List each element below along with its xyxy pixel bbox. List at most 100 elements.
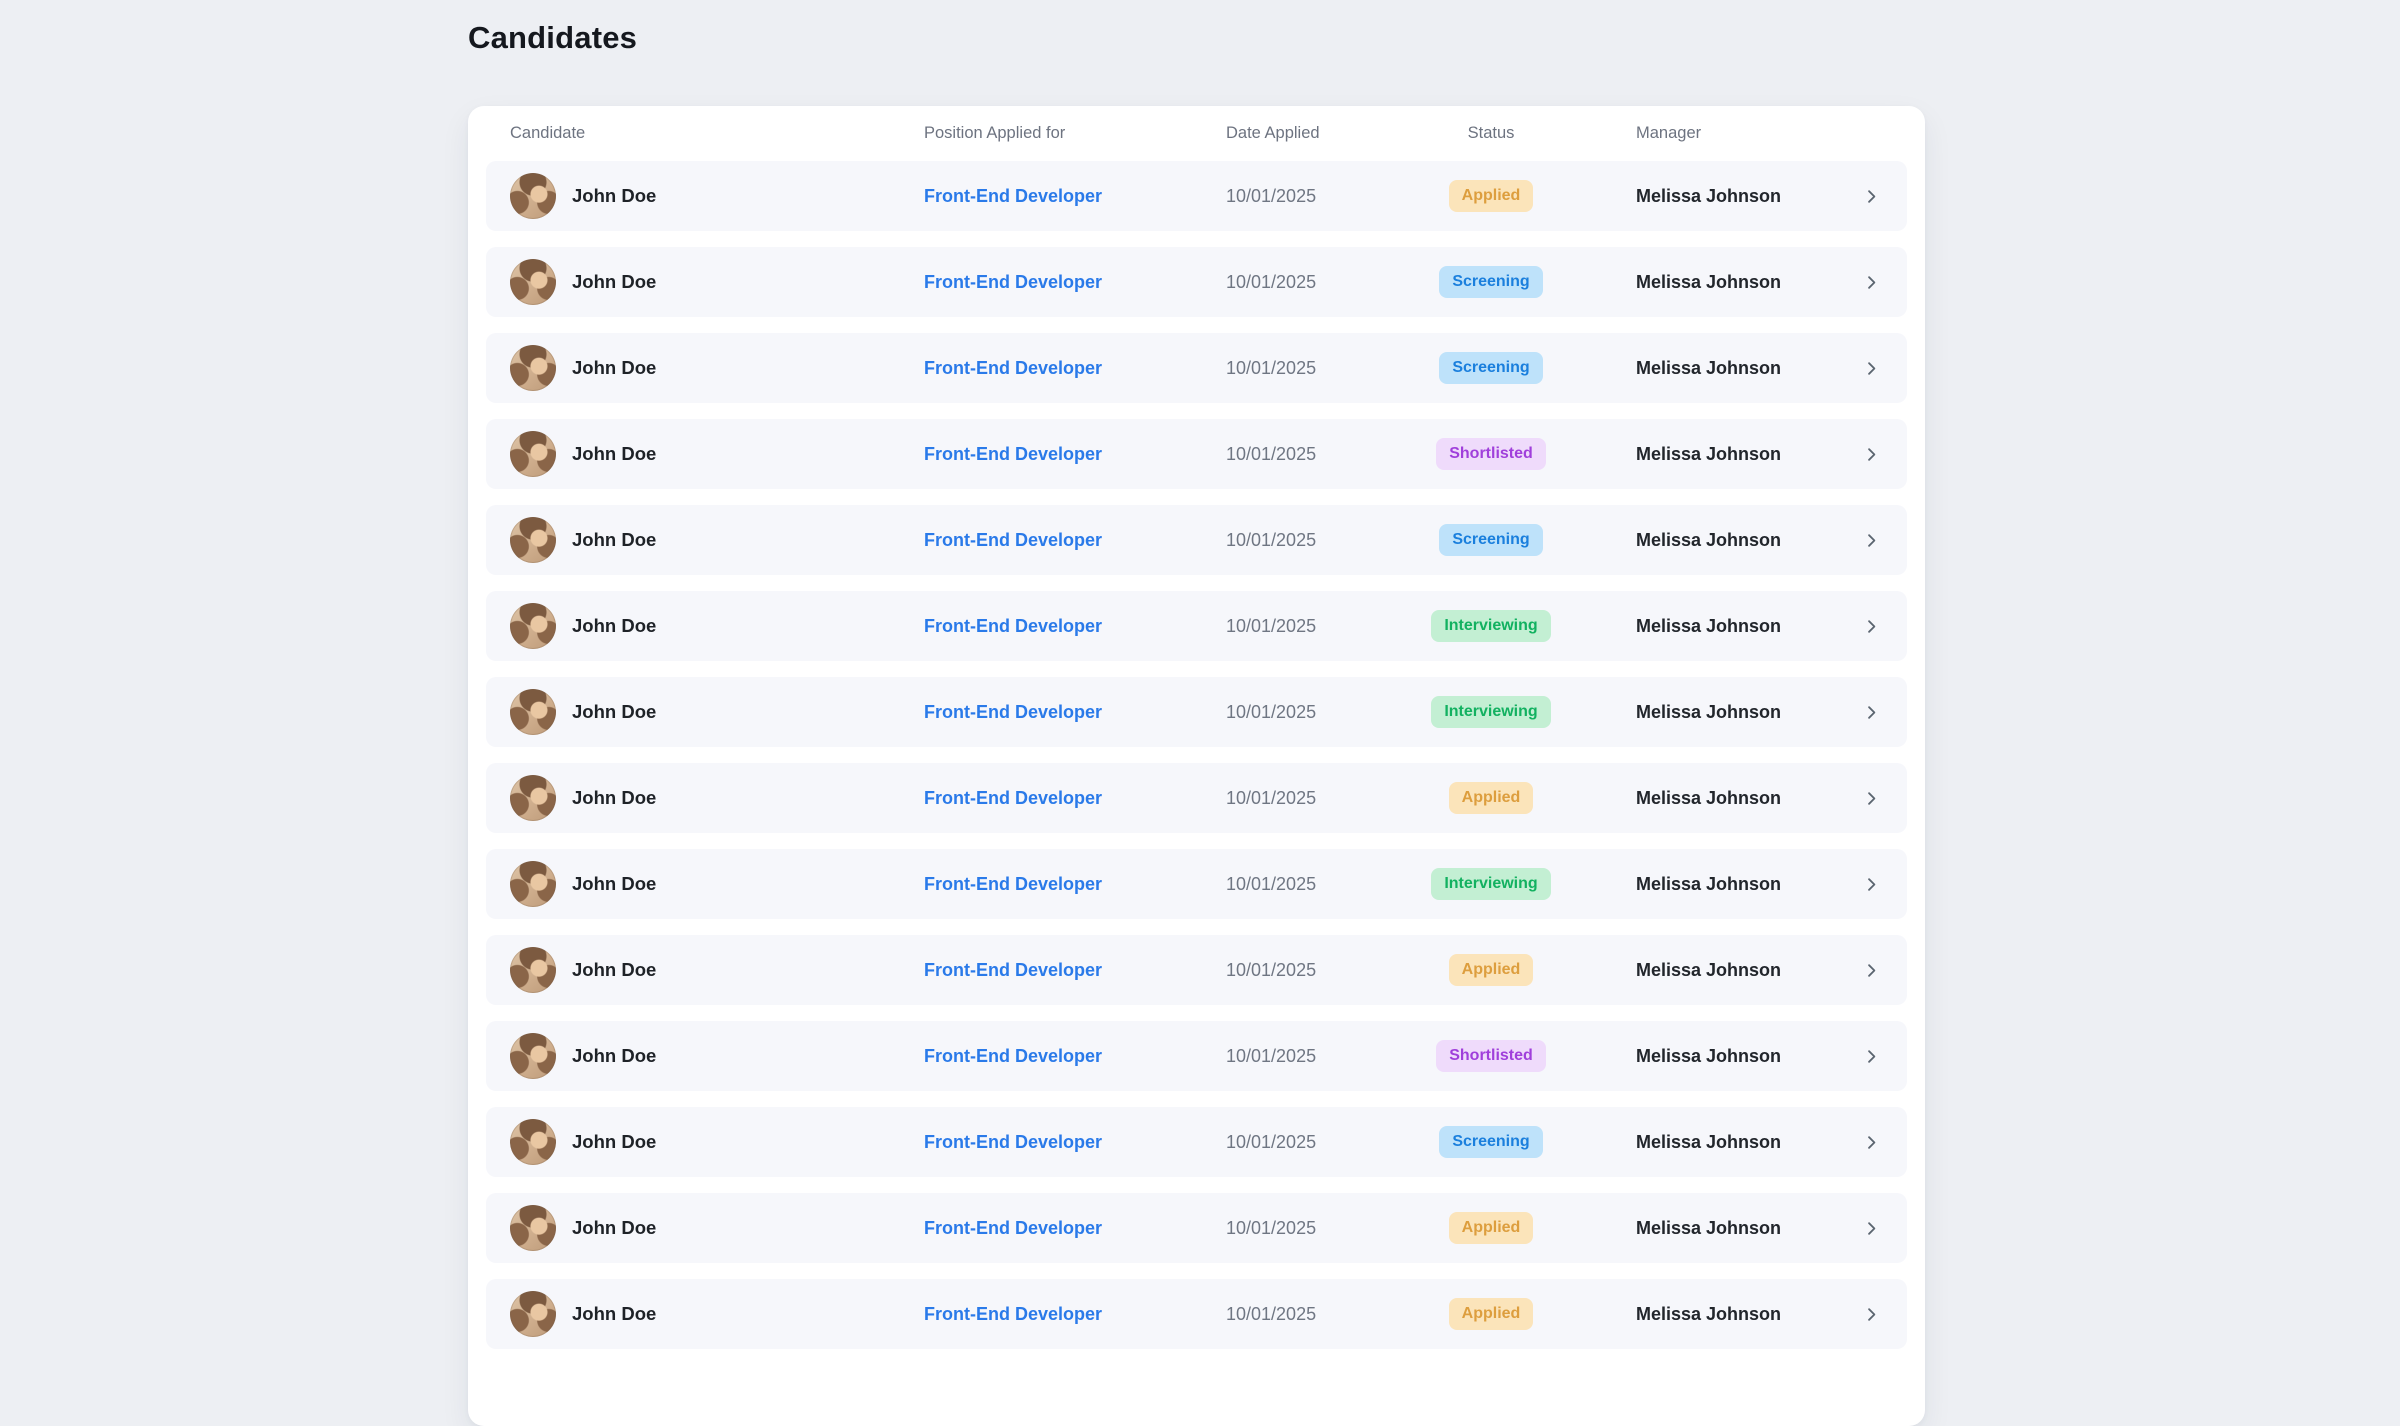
table-row[interactable]: John Doe Front-End Developer 10/01/2025 … [486, 1279, 1907, 1349]
avatar [510, 345, 556, 391]
avatar [510, 861, 556, 907]
manager-name: Melissa Johnson [1586, 272, 1859, 293]
position-link[interactable]: Front-End Developer [924, 702, 1102, 723]
column-header-position: Position Applied for [924, 124, 1226, 143]
row-chevron[interactable] [1859, 446, 1883, 463]
manager-name: Melissa Johnson [1586, 702, 1859, 723]
table-row[interactable]: John Doe Front-End Developer 10/01/2025 … [486, 333, 1907, 403]
avatar [510, 1119, 556, 1165]
position-link[interactable]: Front-End Developer [924, 358, 1102, 379]
table-row[interactable]: John Doe Front-End Developer 10/01/2025 … [486, 1107, 1907, 1177]
row-chevron[interactable] [1859, 876, 1883, 893]
row-chevron[interactable] [1859, 790, 1883, 807]
row-chevron[interactable] [1859, 1048, 1883, 1065]
candidate-cell: John Doe [510, 1119, 924, 1165]
manager-name: Melissa Johnson [1586, 960, 1859, 981]
manager-name: Melissa Johnson [1586, 616, 1859, 637]
date-applied: 10/01/2025 [1226, 616, 1396, 637]
row-chevron[interactable] [1859, 360, 1883, 377]
row-chevron[interactable] [1859, 1220, 1883, 1237]
position-link[interactable]: Front-End Developer [924, 960, 1102, 981]
date-applied: 10/01/2025 [1226, 1046, 1396, 1067]
chevron-right-icon [1863, 1048, 1880, 1065]
position-link[interactable]: Front-End Developer [924, 1218, 1102, 1239]
candidate-name: John Doe [572, 873, 656, 895]
chevron-right-icon [1863, 1134, 1880, 1151]
date-applied: 10/01/2025 [1226, 530, 1396, 551]
row-chevron[interactable] [1859, 704, 1883, 721]
manager-name: Melissa Johnson [1586, 186, 1859, 207]
row-chevron[interactable] [1859, 1306, 1883, 1323]
position-link[interactable]: Front-End Developer [924, 1304, 1102, 1325]
position-link[interactable]: Front-End Developer [924, 788, 1102, 809]
candidate-cell: John Doe [510, 947, 924, 993]
position-link[interactable]: Front-End Developer [924, 530, 1102, 551]
table-row[interactable]: John Doe Front-End Developer 10/01/2025 … [486, 677, 1907, 747]
status-cell: Screening [1396, 352, 1586, 384]
position-link[interactable]: Front-End Developer [924, 616, 1102, 637]
status-cell: Screening [1396, 1126, 1586, 1158]
chevron-right-icon [1863, 274, 1880, 291]
table-row[interactable]: John Doe Front-End Developer 10/01/2025 … [486, 505, 1907, 575]
date-applied: 10/01/2025 [1226, 702, 1396, 723]
chevron-right-icon [1863, 876, 1880, 893]
avatar [510, 947, 556, 993]
position-link[interactable]: Front-End Developer [924, 186, 1102, 207]
manager-name: Melissa Johnson [1586, 1304, 1859, 1325]
row-chevron[interactable] [1859, 962, 1883, 979]
table-row[interactable]: John Doe Front-End Developer 10/01/2025 … [486, 419, 1907, 489]
table-row[interactable]: John Doe Front-End Developer 10/01/2025 … [486, 935, 1907, 1005]
position-link[interactable]: Front-End Developer [924, 1132, 1102, 1153]
chevron-right-icon [1863, 1220, 1880, 1237]
table-header: Candidate Position Applied for Date Appl… [468, 106, 1925, 161]
avatar [510, 1205, 556, 1251]
table-row[interactable]: John Doe Front-End Developer 10/01/2025 … [486, 1193, 1907, 1263]
chevron-right-icon [1863, 188, 1880, 205]
candidate-name: John Doe [572, 959, 656, 981]
table-row[interactable]: John Doe Front-End Developer 10/01/2025 … [486, 161, 1907, 231]
row-chevron[interactable] [1859, 532, 1883, 549]
candidate-name: John Doe [572, 443, 656, 465]
position-link[interactable]: Front-End Developer [924, 444, 1102, 465]
candidate-name: John Doe [572, 1303, 656, 1325]
chevron-right-icon [1863, 704, 1880, 721]
row-chevron[interactable] [1859, 274, 1883, 291]
avatar [510, 517, 556, 563]
position-link[interactable]: Front-End Developer [924, 1046, 1102, 1067]
column-header-manager: Manager [1586, 124, 1859, 143]
status-badge: Screening [1439, 1126, 1542, 1158]
candidate-cell: John Doe [510, 431, 924, 477]
status-cell: Screening [1396, 524, 1586, 556]
chevron-right-icon [1863, 790, 1880, 807]
status-cell: Interviewing [1396, 610, 1586, 642]
candidate-name: John Doe [572, 185, 656, 207]
candidates-table-card: Candidate Position Applied for Date Appl… [468, 106, 1925, 1426]
candidate-cell: John Doe [510, 1291, 924, 1337]
avatar [510, 689, 556, 735]
candidate-cell: John Doe [510, 517, 924, 563]
position-link[interactable]: Front-End Developer [924, 874, 1102, 895]
candidate-cell: John Doe [510, 603, 924, 649]
date-applied: 10/01/2025 [1226, 788, 1396, 809]
status-badge: Screening [1439, 524, 1542, 556]
table-row[interactable]: John Doe Front-End Developer 10/01/2025 … [486, 1021, 1907, 1091]
table-row[interactable]: John Doe Front-End Developer 10/01/2025 … [486, 247, 1907, 317]
position-link[interactable]: Front-End Developer [924, 272, 1102, 293]
candidate-cell: John Doe [510, 259, 924, 305]
status-badge: Interviewing [1431, 868, 1550, 900]
manager-name: Melissa Johnson [1586, 874, 1859, 895]
row-chevron[interactable] [1859, 188, 1883, 205]
date-applied: 10/01/2025 [1226, 960, 1396, 981]
avatar [510, 173, 556, 219]
table-row[interactable]: John Doe Front-End Developer 10/01/2025 … [486, 763, 1907, 833]
date-applied: 10/01/2025 [1226, 1132, 1396, 1153]
row-chevron[interactable] [1859, 1134, 1883, 1151]
row-chevron[interactable] [1859, 618, 1883, 635]
table-row[interactable]: John Doe Front-End Developer 10/01/2025 … [486, 591, 1907, 661]
table-row[interactable]: John Doe Front-End Developer 10/01/2025 … [486, 849, 1907, 919]
status-cell: Applied [1396, 782, 1586, 814]
candidate-name: John Doe [572, 615, 656, 637]
candidate-cell: John Doe [510, 689, 924, 735]
manager-name: Melissa Johnson [1586, 444, 1859, 465]
date-applied: 10/01/2025 [1226, 1304, 1396, 1325]
